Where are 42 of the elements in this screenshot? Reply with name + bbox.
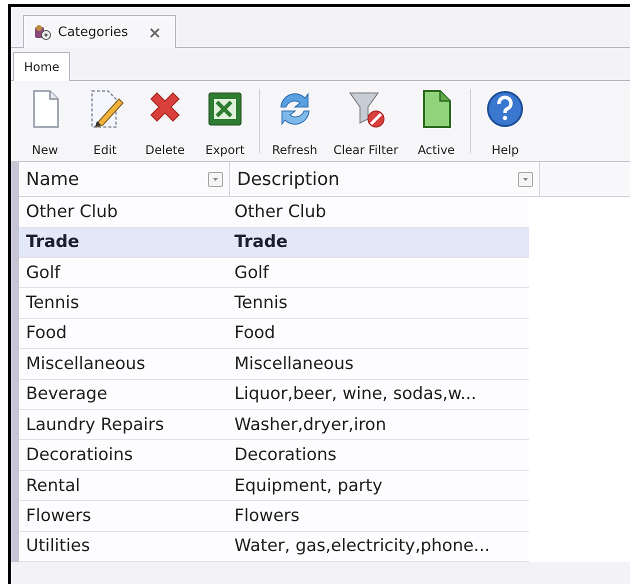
table-row[interactable]: Utilities Water, gas,electricity,phone... — [19, 532, 529, 562]
table-cell-text: Flowers — [25, 504, 92, 528]
table-cell-text: Laundry Repairs — [25, 414, 165, 437]
document-tab[interactable]: Categories × — [23, 15, 176, 48]
selected-row[interactable]: Trade Trade — [19, 228, 529, 258]
table-row[interactable]: Beverage Liquor,beer, wine, sodas,w... — [19, 380, 529, 410]
table-cell-text: Trade — [233, 231, 289, 254]
delete-button[interactable]: Delete — [135, 81, 195, 161]
filter-dropdown-icon[interactable] — [208, 172, 223, 187]
clear-filter-button[interactable]: Clear Filter — [325, 81, 406, 161]
active-button[interactable]: Active — [406, 81, 466, 161]
table-cell-text: Golf — [233, 262, 270, 285]
table-cell-text: Flowers — [233, 504, 301, 528]
table-cell-text: Washer,dryer,iron — [233, 414, 388, 437]
table-cell-text: Utilities — [25, 535, 91, 558]
table-cell-text: Miscellaneous — [25, 352, 146, 376]
ribbon-tab[interactable]: Home — [13, 52, 70, 81]
table-cell-text: Other Club — [25, 200, 119, 224]
table-cell-text: Food — [25, 322, 68, 346]
table-cell-text: Rental — [25, 474, 82, 498]
filter-dropdown-icon[interactable] — [518, 172, 533, 187]
refresh-button[interactable]: Refresh — [264, 81, 326, 161]
table-cell-text: Water, gas,electricity,phone... — [233, 535, 491, 558]
table-cell-text: Trade — [25, 231, 80, 254]
table-cell-text: Liquor,beer, wine, sodas,w... — [233, 383, 478, 406]
table-cell-text: Golf — [25, 262, 62, 285]
table-cell-text: Equipment, party — [233, 474, 384, 498]
table-cell-text: Beverage — [25, 383, 108, 406]
new-button[interactable]: New — [15, 81, 75, 161]
table-cell-text: Food — [233, 322, 276, 346]
table-cell-text: Other Club — [233, 200, 328, 224]
tab-title: Categories — [58, 24, 128, 40]
table-cell-text: Miscellaneous — [233, 352, 355, 376]
close-button[interactable]: × — [148, 22, 162, 42]
edit-button[interactable]: Edit — [75, 81, 135, 161]
table-cell-text: Decorations — [233, 444, 338, 468]
export-button[interactable]: Export — [195, 81, 255, 161]
help-button[interactable]: Help — [475, 81, 536, 161]
table-cell-text: Tennis — [25, 292, 80, 316]
table-cell-text: Decoratioins — [25, 444, 134, 468]
table-cell-text: Tennis — [233, 292, 288, 316]
categories-icon — [34, 24, 52, 40]
